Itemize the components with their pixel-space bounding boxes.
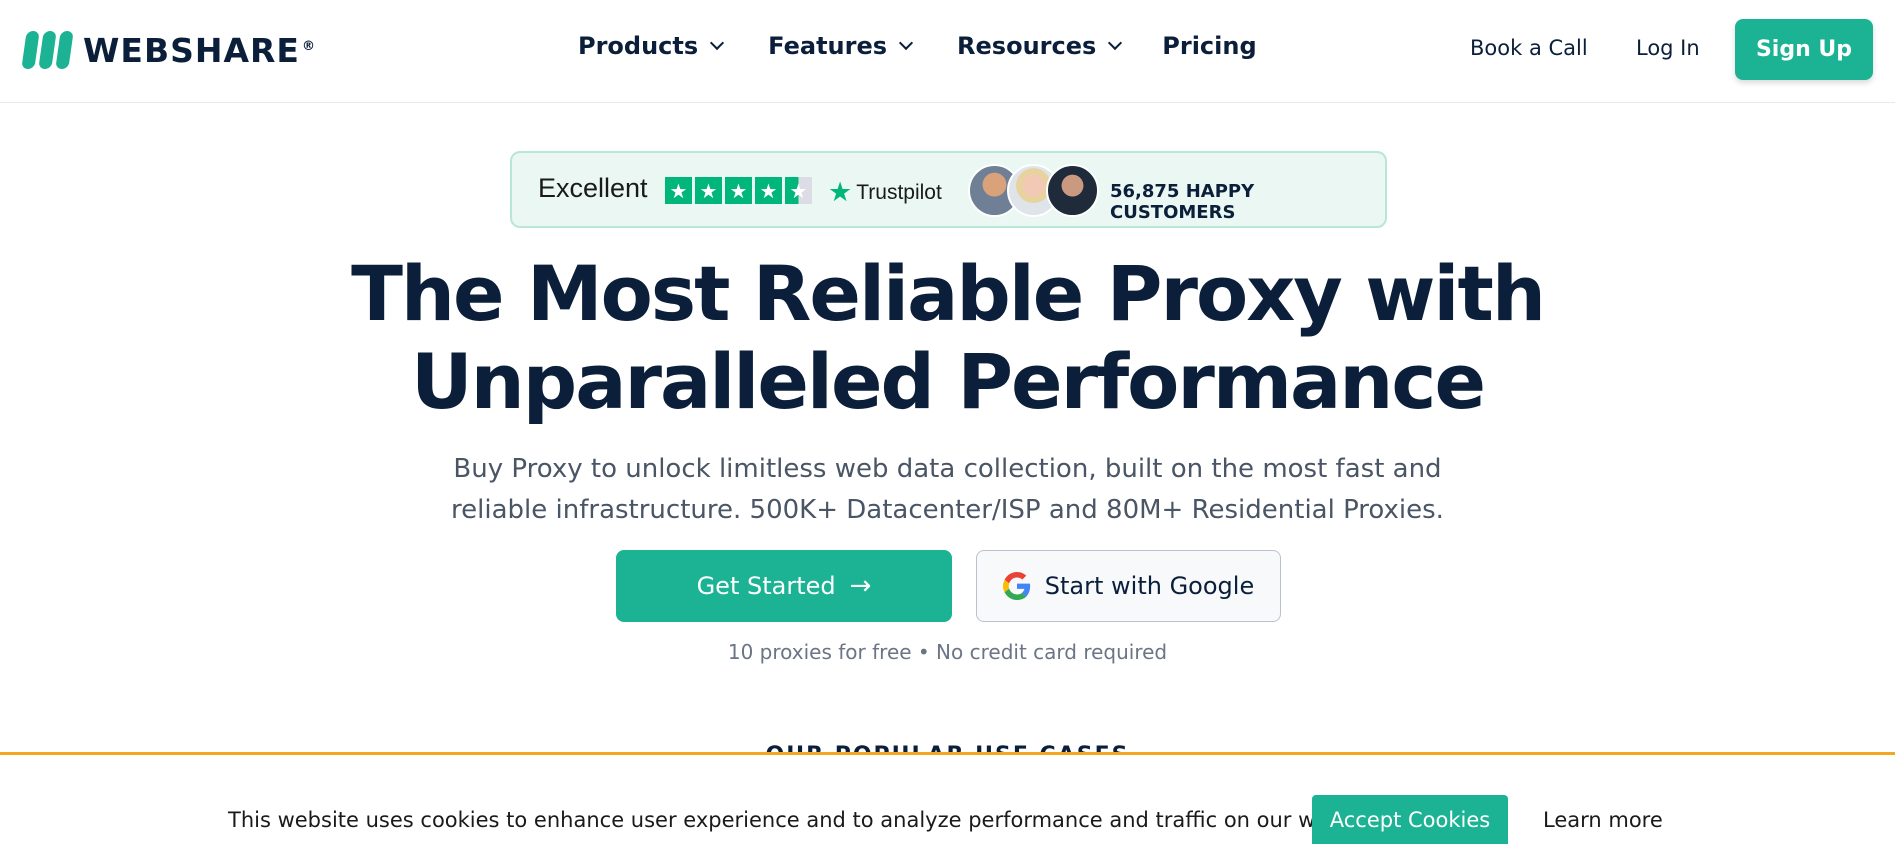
nav-pricing-label: Pricing xyxy=(1162,32,1257,60)
hero-subtitle-line1: Buy Proxy to unlock limitless web data c… xyxy=(453,454,1442,484)
google-icon xyxy=(1002,572,1030,600)
chevron-down-icon xyxy=(710,35,725,51)
nav-resources[interactable]: Resources xyxy=(957,32,1123,60)
half-star-icon: ★ xyxy=(785,177,812,204)
trustpilot-banner[interactable]: Excellent ★ ★ ★ ★ ★ ★ Trustpilot 56,875 … xyxy=(510,151,1387,228)
hero-title-line2: Unparalleled Performance xyxy=(410,337,1486,426)
book-call-link[interactable]: Book a Call xyxy=(1470,36,1588,60)
trustpilot-label: Trustpilot xyxy=(856,180,942,204)
login-link[interactable]: Log In xyxy=(1636,36,1700,60)
get-started-button[interactable]: Get Started → xyxy=(616,550,952,622)
hero-subtitle: Buy Proxy to unlock limitless web data c… xyxy=(0,449,1895,531)
happy-customers-count: 56,875 HAPPY CUSTOMERS xyxy=(1110,181,1255,223)
hero-subtitle-line2: reliable infrastructure. 500K+ Datacente… xyxy=(451,495,1444,525)
star-icon: ★ xyxy=(695,177,722,204)
accept-cookies-button[interactable]: Accept Cookies xyxy=(1312,795,1508,844)
start-with-google-label: Start with Google xyxy=(1044,572,1255,600)
site-header: WEBSHARE ® Products Features Resources Pr… xyxy=(0,0,1895,103)
star-icon: ★ xyxy=(665,177,692,204)
free-proxies-note: 10 proxies for free • No credit card req… xyxy=(727,640,1168,664)
arrow-right-icon: → xyxy=(849,571,872,601)
customer-avatars xyxy=(968,164,1099,217)
avatar xyxy=(1046,164,1099,217)
chevron-down-icon xyxy=(898,35,914,51)
brand-name: WEBSHARE ® xyxy=(83,30,316,70)
star-icon: ★ xyxy=(725,177,752,204)
hero-title: The Most Reliable Proxy with Unparallele… xyxy=(0,250,1895,426)
webshare-logo[interactable]: WEBSHARE ® xyxy=(21,30,316,70)
cookie-banner: This website uses cookies to enhance use… xyxy=(0,752,1895,844)
star-icon: ★ xyxy=(755,177,782,204)
trustpilot-logo: ★ Trustpilot xyxy=(828,177,942,208)
main-nav: Products Features Resources Pricing xyxy=(578,32,1303,60)
rating-label: Excellent xyxy=(538,173,648,203)
rating-stars: ★ ★ ★ ★ ★ xyxy=(665,177,812,204)
signup-button[interactable]: Sign Up xyxy=(1735,19,1873,80)
hero-title-line1: The Most Reliable Proxy with xyxy=(351,249,1546,338)
cookie-message: This website uses cookies to enhance use… xyxy=(228,808,1387,832)
nav-pricing[interactable]: Pricing xyxy=(1162,32,1256,60)
learn-more-link[interactable]: Learn more xyxy=(1543,808,1663,832)
nav-features[interactable]: Features xyxy=(768,32,914,60)
get-started-label: Get Started xyxy=(696,572,836,600)
nav-resources-label: Resources xyxy=(957,32,1097,60)
nav-products[interactable]: Products xyxy=(578,32,725,60)
chevron-down-icon xyxy=(1108,35,1123,51)
trustpilot-star-icon: ★ xyxy=(828,177,853,207)
webshare-logo-icon xyxy=(21,31,74,69)
nav-features-label: Features xyxy=(768,32,888,60)
nav-products-label: Products xyxy=(578,32,699,60)
start-with-google-button[interactable]: Start with Google xyxy=(976,550,1281,622)
